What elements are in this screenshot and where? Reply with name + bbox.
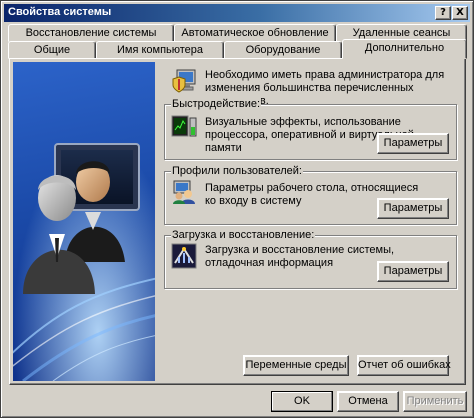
tab-general[interactable]: Общие <box>8 41 96 59</box>
user-profiles-settings-button[interactable]: Параметры <box>377 198 449 219</box>
environment-variables-button[interactable]: Переменные среды <box>243 355 349 376</box>
tab-label: Общие <box>33 44 71 56</box>
tab-label: Удаленные сеансы <box>352 27 451 39</box>
cancel-button[interactable]: Отмена <box>337 391 399 412</box>
tab-automatic-updates[interactable]: Автоматическое обновление <box>174 24 336 42</box>
system-properties-window: Свойства системы ? X Восстановление сист… <box>0 0 474 418</box>
button-label: Параметры <box>383 202 443 214</box>
startup-recovery-settings-button[interactable]: Параметры <box>377 261 449 282</box>
admin-shield-computer-icon <box>172 69 196 93</box>
button-label: OK <box>294 395 310 407</box>
title-bar[interactable]: Свойства системы ? X <box>4 4 470 22</box>
button-label: Применить <box>406 395 464 407</box>
ok-button[interactable]: OK <box>271 391 333 412</box>
help-button[interactable]: ? <box>435 6 451 20</box>
tab-label: Оборудование <box>245 44 321 56</box>
tab-label: Дополнительно <box>364 42 445 54</box>
startup-recovery-icon <box>171 243 197 269</box>
tab-label: Автоматическое обновление <box>181 27 329 39</box>
window-title: Свойства системы <box>8 6 112 18</box>
button-label: Переменные среды <box>245 359 347 371</box>
user-profiles-group-title: Профили пользователей: <box>171 165 303 177</box>
tab-label: Восстановление системы <box>25 27 157 39</box>
performance-settings-button[interactable]: Параметры <box>377 133 449 154</box>
tab-system-restore[interactable]: Восстановление системы <box>8 24 174 42</box>
button-label: Отчет об ошибках <box>358 359 451 371</box>
startup-recovery-group-title: Загрузка и восстановление: <box>171 229 316 241</box>
users-illustration <box>13 62 155 381</box>
tab-hardware[interactable]: Оборудование <box>224 41 342 59</box>
apply-button[interactable]: Применить <box>403 391 467 412</box>
performance-monitor-icon <box>171 115 197 137</box>
error-reporting-button[interactable]: Отчет об ошибках <box>357 355 451 376</box>
tab-advanced[interactable]: Дополнительно <box>342 39 467 59</box>
close-button[interactable]: X <box>452 6 468 20</box>
button-label: Параметры <box>383 265 443 277</box>
tab-label: Имя компьютера <box>116 44 204 56</box>
user-profiles-icon <box>173 180 195 204</box>
performance-group-title: Быстродействие: <box>171 98 262 110</box>
button-label: Отмена <box>348 395 388 407</box>
button-label: Параметры <box>383 137 443 149</box>
tab-computer-name[interactable]: Имя компьютера <box>96 41 224 59</box>
users-artwork-icon <box>13 62 155 381</box>
